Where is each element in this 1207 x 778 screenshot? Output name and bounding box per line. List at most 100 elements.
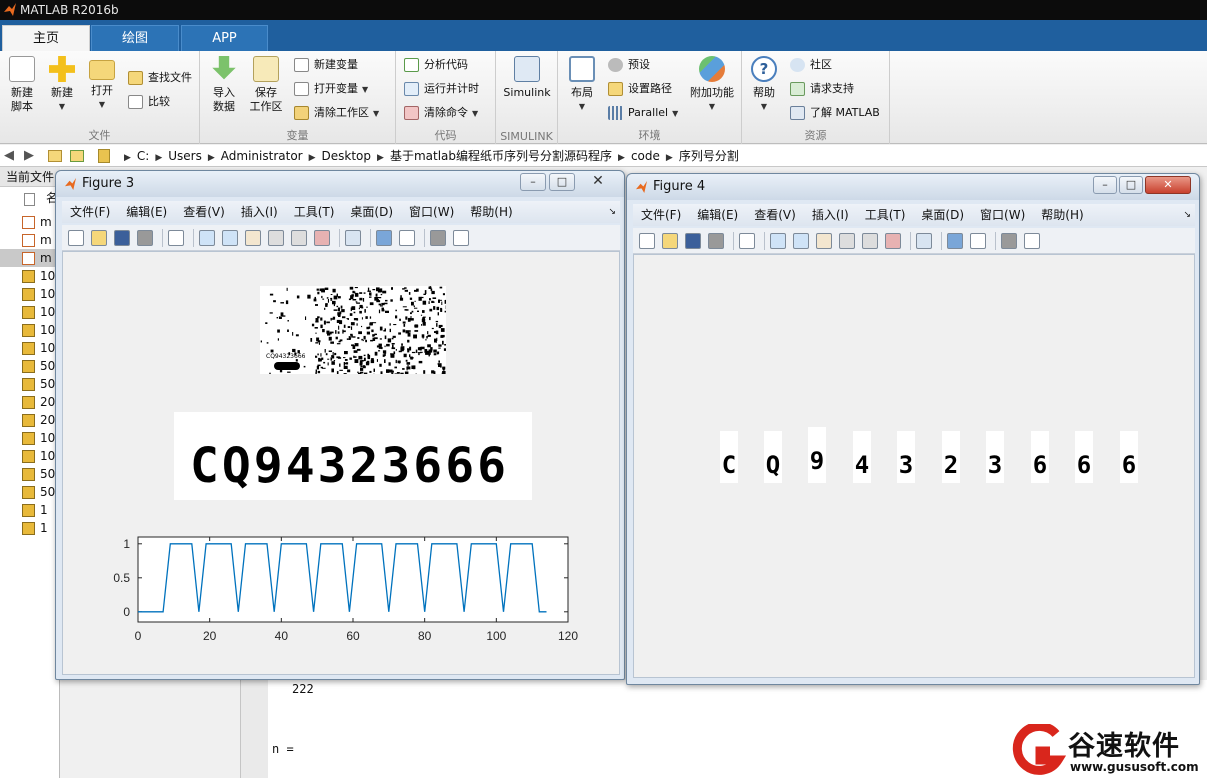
link-plot-icon[interactable]: [345, 230, 361, 246]
help-dropdown-icon[interactable]: ▼: [742, 100, 786, 114]
file-list-item[interactable]: 1: [22, 519, 48, 537]
link-plot-icon[interactable]: [916, 233, 932, 249]
close-button[interactable]: ✕: [578, 173, 618, 191]
figure-menu-item[interactable]: 文件(F): [70, 205, 110, 219]
layout-button[interactable]: 布局 ▼: [560, 56, 604, 114]
pan-hand-icon[interactable]: [816, 233, 832, 249]
figure-menu-item[interactable]: 桌面(D): [350, 205, 393, 219]
file-list-item[interactable]: 20: [22, 393, 55, 411]
parallel-dropdown-icon[interactable]: ▼: [672, 109, 678, 118]
menu-expand-icon[interactable]: ↘: [608, 201, 616, 223]
file-list-item[interactable]: 10: [22, 447, 55, 465]
figure-menu-item[interactable]: 查看(V): [183, 205, 225, 219]
print-icon[interactable]: [137, 230, 153, 246]
colorbar-icon[interactable]: [376, 230, 392, 246]
maximize-button[interactable]: □: [549, 173, 575, 191]
file-list-item[interactable]: 20: [22, 411, 55, 429]
clear-workspace-button[interactable]: 清除工作区 ▼: [294, 103, 379, 123]
figure-menu-item[interactable]: 编辑(E): [697, 208, 738, 222]
figure-menu-item[interactable]: 窗口(W): [980, 208, 1025, 222]
addons-dropdown-icon[interactable]: ▼: [686, 100, 738, 114]
legend-icon[interactable]: [399, 230, 415, 246]
file-list-item[interactable]: 10: [22, 339, 55, 357]
parallel-button[interactable]: Parallel ▼: [608, 103, 678, 123]
new-variable-button[interactable]: 新建变量: [294, 55, 358, 75]
open-file-icon[interactable]: [662, 233, 678, 249]
browse-folder-icon[interactable]: [70, 150, 84, 162]
folder-tree-icon[interactable]: [98, 149, 110, 163]
tab-apps[interactable]: APP: [181, 25, 268, 51]
file-list-item[interactable]: 50: [22, 357, 55, 375]
menu-expand-icon[interactable]: ↘: [1183, 204, 1191, 226]
zoom-out-icon[interactable]: [793, 233, 809, 249]
file-list-item[interactable]: 10: [22, 267, 55, 285]
save-workspace-button[interactable]: 保存 工作区: [244, 56, 288, 114]
open-variable-dropdown-icon[interactable]: ▼: [362, 85, 368, 94]
pan-hand-icon[interactable]: [245, 230, 261, 246]
brush-icon[interactable]: [314, 230, 330, 246]
breadcrumb-separator-icon[interactable]: ▶: [666, 153, 673, 163]
new-dropdown-icon[interactable]: ▼: [40, 100, 84, 114]
breadcrumb-item[interactable]: C:: [137, 149, 149, 163]
community-button[interactable]: 社区: [790, 55, 832, 75]
learn-matlab-button[interactable]: 了解 MATLAB: [790, 103, 880, 123]
clear-workspace-dropdown-icon[interactable]: ▼: [373, 109, 379, 118]
compare-button[interactable]: 比较: [128, 92, 170, 112]
file-list-item[interactable]: m: [22, 213, 52, 231]
file-list-item[interactable]: 10: [22, 321, 55, 339]
up-folder-icon[interactable]: [48, 150, 62, 162]
file-list-item[interactable]: 1: [22, 501, 48, 519]
figure-menu-item[interactable]: 查看(V): [754, 208, 796, 222]
open-file-icon[interactable]: [91, 230, 107, 246]
addons-button[interactable]: 附加功能 ▼: [686, 56, 738, 114]
tab-plots[interactable]: 绘图: [91, 25, 179, 51]
save-icon[interactable]: [685, 233, 701, 249]
zoom-in-icon[interactable]: [770, 233, 786, 249]
breadcrumb-item[interactable]: code: [631, 149, 660, 163]
layout-dropdown-icon[interactable]: ▼: [560, 100, 604, 114]
data-cursor-icon[interactable]: [291, 230, 307, 246]
print-icon[interactable]: [708, 233, 724, 249]
save-icon[interactable]: [114, 230, 130, 246]
new-figure-icon[interactable]: [68, 230, 84, 246]
figure-menu-item[interactable]: 桌面(D): [921, 208, 964, 222]
figure-3-window[interactable]: Figure 3 – □ ✕ 文件(F) 编辑(E) 查看(V) 插入(I) 工具(T)…: [55, 170, 625, 680]
figure-menu-item[interactable]: 工具(T): [865, 208, 906, 222]
hide-plot-tools-icon[interactable]: [1001, 233, 1017, 249]
figure-3-canvas[interactable]: CQ94323666 CQ94323666 0 20 40 60 80 100 120 0 0.…: [62, 251, 620, 675]
show-plot-tools-icon[interactable]: [1024, 233, 1040, 249]
colorbar-icon[interactable]: [947, 233, 963, 249]
analyze-code-button[interactable]: 分析代码: [404, 55, 468, 75]
pointer-icon[interactable]: [168, 230, 184, 246]
breadcrumb-separator-icon[interactable]: ▶: [155, 153, 162, 163]
file-list-item[interactable]: m: [0, 249, 60, 267]
figure-menu-item[interactable]: 编辑(E): [126, 205, 167, 219]
find-files-button[interactable]: 查找文件: [128, 68, 192, 88]
breadcrumb-item[interactable]: Administrator: [221, 149, 303, 163]
breadcrumb-item[interactable]: 基于matlab编程纸币序列号分割源码程序: [390, 149, 612, 163]
figure-menu-item[interactable]: 窗口(W): [409, 205, 454, 219]
figure-menu-item[interactable]: 插入(I): [241, 205, 278, 219]
file-list-item[interactable]: m: [22, 231, 52, 249]
preferences-button[interactable]: 预设: [608, 55, 650, 75]
file-list-item[interactable]: 10: [22, 285, 55, 303]
zoom-in-icon[interactable]: [199, 230, 215, 246]
figure-menu-item[interactable]: 工具(T): [294, 205, 335, 219]
clear-commands-button[interactable]: 清除命令 ▼: [404, 103, 478, 123]
tab-home[interactable]: 主页: [2, 25, 90, 51]
figure-menu-item[interactable]: 帮助(H): [470, 205, 512, 219]
file-list-item[interactable]: 10: [22, 429, 55, 447]
file-list-item[interactable]: 10: [22, 303, 55, 321]
breadcrumb-separator-icon[interactable]: ▶: [618, 153, 625, 163]
new-button[interactable]: 新建 ▼: [40, 56, 84, 114]
minimize-button[interactable]: –: [1093, 176, 1117, 194]
show-plot-tools-icon[interactable]: [453, 230, 469, 246]
run-and-time-button[interactable]: 运行并计时: [404, 79, 479, 99]
maximize-button[interactable]: □: [1119, 176, 1143, 194]
data-cursor-icon[interactable]: [862, 233, 878, 249]
rotate-3d-icon[interactable]: [268, 230, 284, 246]
breadcrumb-separator-icon[interactable]: ▶: [124, 153, 131, 163]
file-list-item[interactable]: 50: [22, 375, 55, 393]
file-list-item[interactable]: 50: [22, 483, 55, 501]
rotate-3d-icon[interactable]: [839, 233, 855, 249]
